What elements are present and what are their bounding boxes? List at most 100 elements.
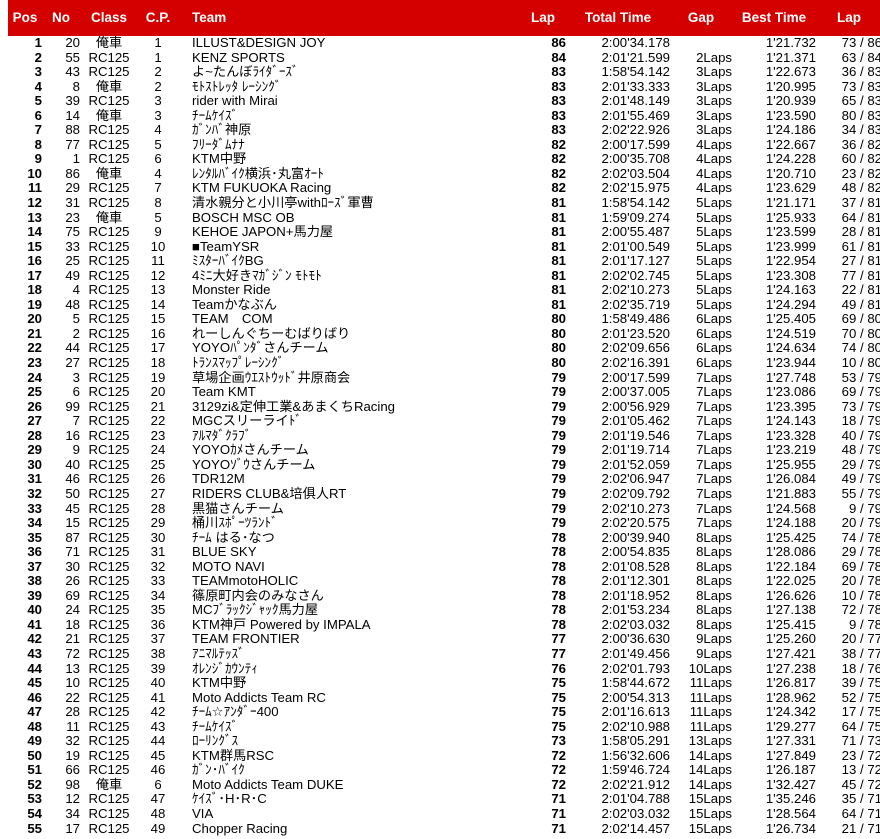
cell-best-time: 1'25.425 [765, 529, 816, 545]
cell-team: MOTO NAVI [192, 558, 265, 574]
cell-cp: 12 [150, 267, 166, 283]
cell-best-time: 1'21.371 [765, 49, 816, 65]
cell-lap: 78 [551, 573, 566, 589]
cell-total-time: 2:00'17.599 [601, 136, 670, 152]
cell-gap: 6Laps [696, 325, 732, 341]
cell-team: 3129zi&定伸工業&あまくちRacing [192, 398, 396, 414]
cell-best-time: 1'28.564 [765, 805, 816, 821]
cell-team: ﾁｰﾑ はる･なつ [192, 529, 275, 545]
cell-best-time: 1'22.184 [765, 558, 816, 574]
cell-class: RC125 [88, 660, 130, 676]
cell-no: 39 [65, 93, 80, 109]
cell-no: 87 [65, 529, 80, 545]
cell-team: Team KMT [192, 384, 256, 400]
row-gutter [0, 79, 8, 95]
cell-cp: 1 [154, 35, 162, 50]
row-gutter [0, 690, 8, 706]
cell-cp: 41 [150, 689, 166, 705]
table-row: 40 24 RC125 35 MCﾌﾞﾗｯｸｼﾞｬｯｸ馬力屋 78 2:01'53.234 8… [0, 603, 880, 618]
cell-gap: 7Laps [696, 515, 732, 531]
cell-pos: 26 [27, 398, 42, 414]
cell-total-time: 2:02'03.504 [601, 165, 670, 181]
cell-team: ﾄﾗﾝｽﾏｯﾌﾟﾚｰｼﾝｸﾞ [192, 355, 285, 371]
cell-class: RC125 [88, 747, 130, 763]
cell-best-lap: 9 / 79 [849, 500, 880, 516]
cell-gap: 4Laps [696, 165, 732, 181]
row-gutter [0, 501, 8, 517]
race-results-table: Pos No Class C.P. Team Lap Total Time Ga… [0, 0, 880, 837]
cell-best-time: 1'26.084 [765, 471, 816, 487]
cell-lap: 83 [551, 122, 566, 138]
cell-no: 32 [65, 733, 80, 749]
cell-lap: 81 [551, 282, 566, 298]
cell-total-time: 2:00'34.178 [601, 35, 670, 50]
cell-class: RC125 [88, 616, 130, 632]
cell-team: Moto Addicts Team RC [192, 689, 326, 705]
cell-class: RC125 [88, 282, 130, 298]
cell-best-lap: 20 / 79 [841, 515, 880, 531]
cell-best-lap: 39 / 75 [841, 675, 880, 691]
cell-team: Chopper Racing [192, 820, 288, 836]
table-row: 42 21 RC125 37 TEAM FRONTIER 77 2:00'36.630 9La… [0, 632, 880, 647]
cell-gap: 3Laps [696, 78, 732, 94]
cell-best-lap: 65 / 83 [841, 93, 880, 109]
cell-best-lap: 69 / 80 [841, 311, 880, 327]
cell-gap: 3Laps [696, 122, 732, 138]
cell-class: RC125 [88, 456, 130, 472]
cell-pos: 43 [27, 645, 42, 661]
cell-total-time: 2:01'08.528 [601, 558, 670, 574]
row-gutter [0, 65, 8, 80]
cell-best-time: 1'24.634 [765, 340, 816, 356]
cell-team: KTM FUKUOKA Racing [192, 180, 332, 196]
cell-team: KTM中野 [192, 675, 247, 691]
table-row: 5 39 RC125 3 rider with Mirai 83 2:01'48.149 3L… [0, 94, 880, 109]
cell-pos: 49 [27, 733, 42, 749]
cell-gap: 5Laps [696, 195, 732, 211]
row-gutter [0, 617, 8, 633]
cell-lap: 79 [551, 456, 566, 472]
cell-cp: 46 [150, 762, 166, 778]
cell-lap: 71 [551, 820, 566, 836]
cell-total-time: 2:02'02.745 [601, 267, 670, 283]
cell-best-time: 1'21.732 [765, 35, 816, 50]
cell-lap: 78 [551, 602, 566, 618]
cell-best-time: 1'20.710 [765, 165, 816, 181]
table-row: 18 4 RC125 13 Monster Ride 81 2:02'10.273 5Laps… [0, 283, 880, 298]
cell-gap: 7Laps [696, 398, 732, 414]
cell-cp: 47 [150, 791, 166, 807]
cell-lap: 83 [551, 93, 566, 109]
column-header-gap: Gap [687, 9, 715, 25]
cell-pos: 50 [27, 747, 42, 763]
cell-gap: 10Laps [688, 660, 732, 676]
cell-team: TEAMmotoHOLIC [192, 573, 299, 589]
table-row: 31 46 RC125 26 TDR12M 79 2:02'06.947 7Laps 1'26.… [0, 472, 880, 487]
cell-pos: 3 [34, 64, 42, 80]
cell-cp: 8 [154, 195, 162, 211]
cell-total-time: 2:01'18.952 [601, 587, 670, 603]
cell-cp: 2 [154, 78, 162, 94]
cell-gap: 11Laps [689, 689, 732, 705]
cell-cp: 37 [150, 631, 166, 647]
cell-pos: 42 [27, 631, 42, 647]
cell-best-time: 1'26.187 [765, 762, 816, 778]
cell-class: RC125 [88, 500, 130, 516]
cell-lap: 79 [551, 485, 566, 501]
cell-cp: 1 [154, 49, 162, 65]
cell-no: 9 [72, 442, 80, 458]
cell-class: RC125 [88, 791, 130, 807]
cell-team: rider with Mirai [192, 93, 278, 109]
cell-pos: 41 [27, 616, 42, 632]
table-row: 9 1 RC125 6 KTM中野 82 2:00'35.708 4Laps 1'24.228 6… [0, 152, 880, 167]
cell-gap: 7Laps [696, 427, 732, 443]
cell-lap: 81 [551, 224, 566, 240]
cell-team: KTM中野 [192, 151, 247, 167]
cell-no: 20 [65, 35, 80, 50]
cell-best-time: 1'32.427 [765, 776, 816, 792]
cell-gap: 5Laps [696, 296, 732, 312]
cell-best-lap: 64 / 81 [841, 209, 880, 225]
cell-no: 13 [65, 660, 80, 676]
row-gutter [0, 763, 8, 778]
cell-best-time: 1'29.277 [765, 718, 816, 734]
row-gutter [0, 210, 8, 226]
cell-cp: 23 [150, 427, 166, 443]
